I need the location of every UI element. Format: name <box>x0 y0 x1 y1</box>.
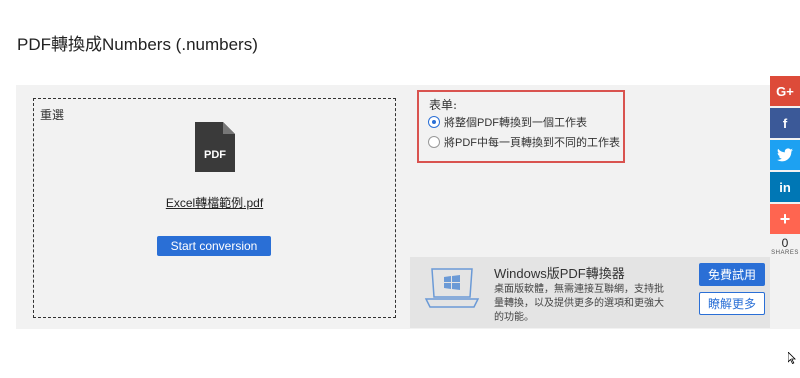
laptop-icon <box>424 268 480 308</box>
radio-option-label: 將PDF中每一頁轉換到不同的工作表 <box>444 137 620 149</box>
linkedin-share-button[interactable]: in <box>770 172 800 202</box>
shares-label: SHARES <box>771 250 799 256</box>
more-share-button[interactable]: + <box>770 204 800 234</box>
twitter-icon <box>777 148 793 162</box>
pdf-file-icon: PDF <box>195 122 235 172</box>
pdf-icon-label: PDF <box>204 149 226 161</box>
linkedin-icon: in <box>779 179 791 195</box>
file-drop-zone[interactable]: 重選 PDF Excel轉檔範例.pdf Start conversion <box>33 98 396 318</box>
google-plus-icon: G+ <box>776 83 794 99</box>
free-trial-button[interactable]: 免費試用 <box>699 263 765 286</box>
windows-promo-description: 桌面版軟體，無需連接互聯網，支持批量轉換，以及提供更多的選項和更強大的功能。 <box>494 284 664 323</box>
share-count: 0 <box>781 236 789 250</box>
radio-button-unchecked[interactable] <box>428 136 440 148</box>
form-label: 表单: <box>429 98 458 112</box>
learn-more-button[interactable]: 瞭解更多 <box>699 292 765 315</box>
start-conversion-button[interactable]: Start conversion <box>157 236 271 256</box>
google-plus-share-button[interactable]: G+ <box>770 76 800 106</box>
radio-option-per-page-sheet[interactable]: 將PDF中每一頁轉換到不同的工作表 <box>428 134 620 150</box>
page-title: PDF轉換成Numbers (.numbers) <box>17 35 258 54</box>
facebook-icon: f <box>782 115 788 131</box>
radio-option-label: 將整個PDF轉換到一個工作表 <box>444 117 587 129</box>
mouse-cursor-icon <box>788 352 796 364</box>
twitter-share-button[interactable] <box>770 140 800 170</box>
windows-promo-title: Windows版PDF轉換器 <box>494 266 625 281</box>
facebook-share-button[interactable]: f <box>770 108 800 138</box>
reselect-link[interactable]: 重選 <box>40 106 64 123</box>
plus-icon: + <box>779 208 791 229</box>
radio-button-checked[interactable] <box>428 116 440 128</box>
social-share-bar: G+ f in + 0 SHARES <box>770 76 800 256</box>
radio-option-single-sheet[interactable]: 將整個PDF轉換到一個工作表 <box>428 114 587 130</box>
sheet-options-box: 表单: 將整個PDF轉換到一個工作表 將PDF中每一頁轉換到不同的工作表 <box>417 90 625 163</box>
windows-promo: Windows版PDF轉換器 桌面版軟體，無需連接互聯網，支持批量轉換，以及提供… <box>410 257 770 328</box>
file-name[interactable]: Excel轉檔範例.pdf <box>34 194 395 211</box>
